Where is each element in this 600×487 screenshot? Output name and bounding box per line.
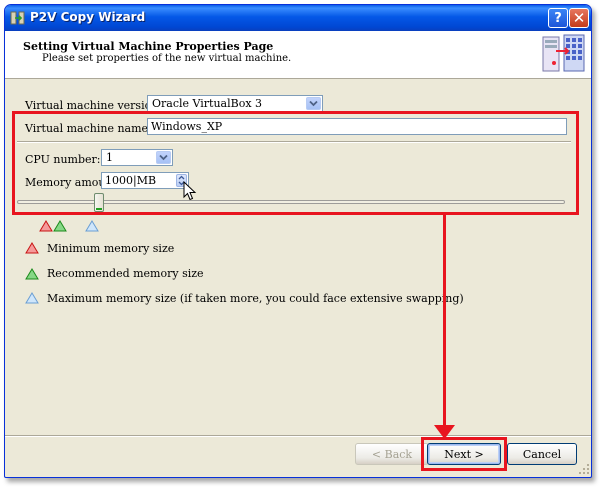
close-button[interactable]: ✕ xyxy=(569,8,589,28)
recommended-marker-icon xyxy=(53,220,67,232)
cancel-button[interactable]: Cancel xyxy=(507,443,577,465)
title-bar[interactable]: P2V Copy Wizard ? ✕ xyxy=(5,5,591,31)
blue-triangle-icon xyxy=(25,292,39,304)
wizard-header: Setting Virtual Machine Properties Page … xyxy=(5,31,591,79)
page-subtitle: Please set properties of the new virtual… xyxy=(42,53,292,64)
highlight-box-next xyxy=(421,437,507,471)
cancel-button-label: Cancel xyxy=(522,447,562,461)
highlight-box-settings xyxy=(12,111,579,215)
legend-max-label: Maximum memory size (if taken more, you … xyxy=(47,292,464,305)
resize-grip-icon[interactable] xyxy=(578,463,590,475)
chevron-down-icon xyxy=(309,100,318,107)
green-triangle-icon xyxy=(25,268,39,280)
back-button-label: < Back xyxy=(371,447,413,461)
min-marker-icon xyxy=(39,220,53,232)
page-title: Setting Virtual Machine Properties Page xyxy=(23,40,274,53)
wizard-graphic-icon xyxy=(542,34,585,72)
version-select-value: Oracle VirtualBox 3 xyxy=(152,97,263,110)
window-title: P2V Copy Wizard xyxy=(30,10,146,24)
highlight-arrow-line xyxy=(443,215,446,435)
close-icon: ✕ xyxy=(572,9,586,27)
back-button[interactable]: < Back xyxy=(355,443,429,465)
mouse-cursor-icon xyxy=(183,181,197,201)
legend-min-label: Minimum memory size xyxy=(47,242,175,255)
red-triangle-icon xyxy=(25,242,39,254)
version-dropdown-button[interactable] xyxy=(306,97,321,110)
wizard-window: P2V Copy Wizard ? ✕ Setting Virtual Mach… xyxy=(4,4,592,478)
legend-recommended-label: Recommended memory size xyxy=(47,267,204,280)
max-marker-icon xyxy=(85,220,99,232)
version-select[interactable]: Oracle VirtualBox 3 xyxy=(147,95,323,112)
app-icon xyxy=(10,11,25,25)
help-button[interactable]: ? xyxy=(548,8,568,28)
help-icon: ? xyxy=(554,10,562,26)
